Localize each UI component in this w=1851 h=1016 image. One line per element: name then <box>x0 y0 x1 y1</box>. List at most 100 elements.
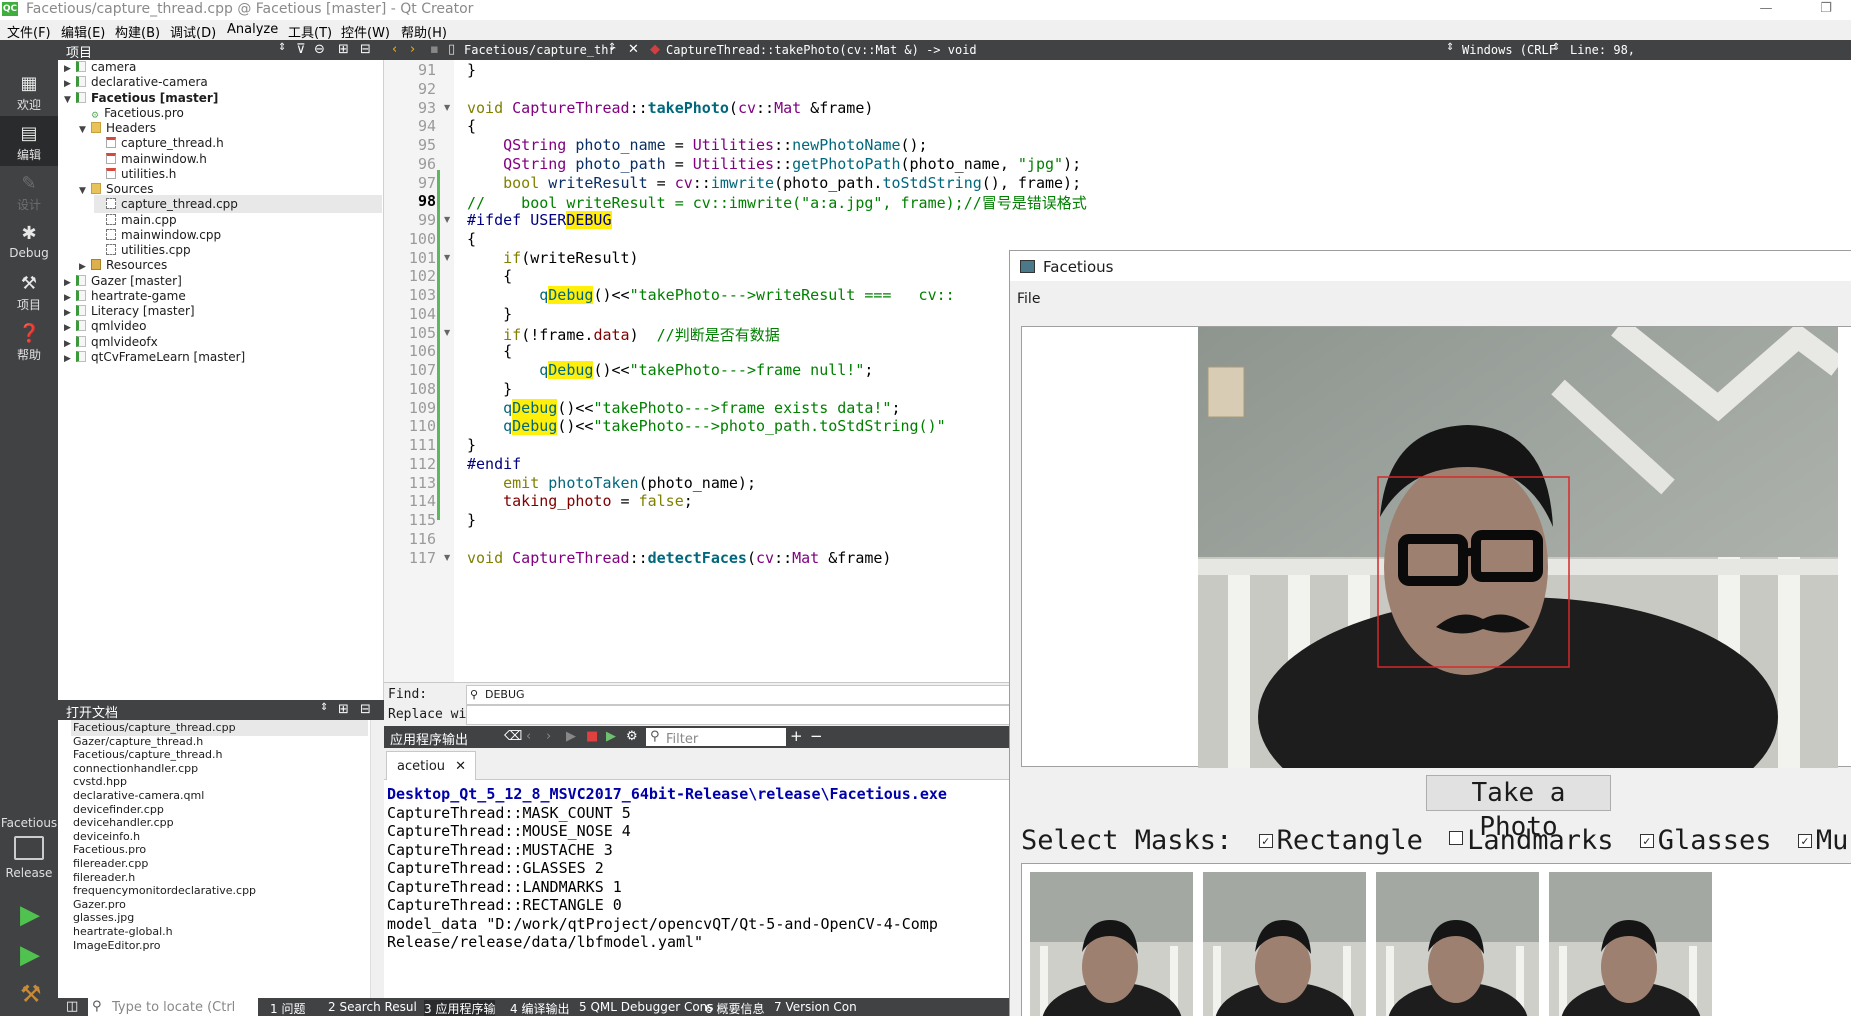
link-icon[interactable]: ⊖ <box>314 42 325 57</box>
mode-help[interactable]: ❓ 帮助 <box>0 316 58 366</box>
application-output[interactable]: Desktop_Qt_5_12_8_MSVC2017_64bit-Release… <box>384 780 1010 998</box>
folder-file-icon <box>91 122 101 133</box>
photo-thumbnail[interactable] <box>1376 872 1539 1016</box>
output-filter-input[interactable]: ⚲ Filter <box>646 728 786 747</box>
current-file-combo[interactable]: Facetious/capture_thr <box>464 43 616 57</box>
symbol-combo[interactable]: CaptureThread::takePhoto(cv::Mat &) -> v… <box>666 43 977 57</box>
app-window-icon <box>1020 260 1035 273</box>
mask-rectangle-checkbox[interactable]: ✓ Rectangle <box>1258 825 1423 856</box>
combo-arrows-icon[interactable]: ⇕ <box>1446 42 1454 53</box>
open-document-item[interactable]: ImageEditor.pro <box>73 938 160 954</box>
photo-thumbnail[interactable] <box>1549 872 1712 1016</box>
run-icon[interactable]: ▶ <box>20 900 40 930</box>
fold-marker-icon[interactable]: ▼ <box>444 253 450 262</box>
split-icon[interactable]: ⊞ <box>338 702 349 717</box>
output-pane-tab[interactable]: 1 问题 <box>270 1000 305 1016</box>
next-icon[interactable]: › <box>546 729 551 744</box>
locate-input[interactable]: ⚲ Type to locate (Ctrl <box>88 998 258 1016</box>
replace-input[interactable] <box>466 705 1010 725</box>
split-icon[interactable]: ⊞ <box>338 42 349 57</box>
output-line: CaptureThread::RECTANGLE 0 <box>387 896 622 914</box>
menu-build[interactable]: 构建(B) <box>115 22 160 41</box>
fold-marker-icon[interactable]: ▼ <box>444 215 450 224</box>
menu-file[interactable]: 文件(F) <box>7 22 51 41</box>
line-number: 108 <box>408 379 436 398</box>
mask-landmarks-checkbox[interactable]: Landmarks <box>1449 825 1613 856</box>
toggle-sidebar-icon[interactable]: ◫ <box>66 999 78 1014</box>
output-pane-tab[interactable]: 4 编译输出 <box>510 1000 569 1016</box>
zoom-in-icon[interactable]: + <box>790 727 803 745</box>
restore-button[interactable]: ❐ <box>1806 0 1846 20</box>
stop-icon[interactable]: ■ <box>586 729 598 744</box>
expand-arrow-icon[interactable]: ▼ <box>79 121 91 139</box>
filter-icon[interactable]: ⊽ <box>296 42 306 57</box>
mode-projects[interactable]: ⚒ 项目 <box>0 266 58 316</box>
find-input[interactable]: ⚲ DEBUG <box>466 685 1010 705</box>
close-pane-icon[interactable]: ⊟ <box>360 42 371 57</box>
output-line: Release/release/data/lbfmodel.yaml" <box>387 933 704 951</box>
take-photo-button[interactable]: Take a Photo <box>1426 775 1611 842</box>
output-tab[interactable]: acetiou ✕ <box>386 751 476 780</box>
photo-thumbnail[interactable] <box>1030 872 1193 1016</box>
checkbox-icon: ✓ <box>1797 834 1812 848</box>
tree-item[interactable]: ▶ qtCvFrameLearn [master] <box>64 348 382 366</box>
fold-marker-icon[interactable]: ▼ <box>444 103 450 112</box>
combo-arrows-icon[interactable]: ⇕ <box>320 702 328 713</box>
cpp-file-icon <box>106 198 116 210</box>
tree-item-label: qtCvFrameLearn [master] <box>91 349 246 364</box>
expand-arrow-icon[interactable]: ▼ <box>64 91 76 109</box>
combo-arrows-icon[interactable]: ⇕ <box>278 42 286 53</box>
code-line: qDebug()<<"takePhoto--->writeResult === … <box>539 286 955 304</box>
open-documents-scrollbar[interactable] <box>370 720 384 1000</box>
debug-run-icon[interactable]: ▶ <box>20 940 40 970</box>
cursor-position[interactable]: Line: 98, <box>1570 43 1635 57</box>
change-marker <box>437 170 440 520</box>
menu-analyze[interactable]: Analyze <box>227 22 278 37</box>
output-pane-tab[interactable]: 5 QML Debugger Cons <box>579 1000 714 1014</box>
combo-arrows-icon[interactable]: ⇕ <box>608 42 616 53</box>
expand-arrow-icon[interactable]: ▶ <box>64 350 76 368</box>
forward-icon[interactable]: › <box>410 42 415 57</box>
expand-arrow-icon[interactable]: ▼ <box>79 182 91 200</box>
mode-welcome[interactable]: ▦ 欢迎 <box>0 66 58 116</box>
fold-marker-icon[interactable]: ▼ <box>444 553 450 562</box>
menu-window[interactable]: 控件(W) <box>341 22 390 41</box>
facetious-window: Facetious File Take a Photo Select Masks… <box>1009 250 1851 1016</box>
menu-help[interactable]: 帮助(H) <box>401 22 447 41</box>
mode-design[interactable]: ✎ 设计 <box>0 166 58 216</box>
mode-debug[interactable]: ✱ Debug <box>0 216 58 266</box>
rerun-icon[interactable]: ▶ <box>566 729 576 744</box>
attach-icon[interactable]: ▶ <box>606 729 616 744</box>
clear-output-icon[interactable]: ⌫ <box>504 729 522 744</box>
search-icon: ⚲ <box>92 999 102 1014</box>
minimize-button[interactable]: — <box>1746 0 1786 20</box>
facetious-menu-file[interactable]: File <box>1017 291 1040 307</box>
output-line: CaptureThread::MASK_COUNT 5 <box>387 803 631 822</box>
code-line: QString photo_path = Utilities::getPhoto… <box>503 154 1082 173</box>
menu-tools[interactable]: 工具(T) <box>288 22 332 41</box>
gear-icon[interactable]: ⚙ <box>626 729 638 744</box>
photo-thumbnail[interactable] <box>1203 872 1366 1016</box>
back-icon[interactable]: ‹ <box>392 42 397 57</box>
code-line: QString photo_name = Utilities::newPhoto… <box>503 136 928 154</box>
output-pane-tab[interactable]: 3 应用程序输 <box>424 1000 496 1016</box>
close-file-icon[interactable]: ✕ <box>628 42 639 57</box>
mode-edit[interactable]: ▤ 编辑 <box>0 116 58 166</box>
zoom-out-icon[interactable]: − <box>810 727 823 745</box>
close-pane-icon[interactable]: ⊟ <box>360 702 371 717</box>
fold-marker-icon[interactable]: ▼ <box>444 328 450 337</box>
mask-glasses-checkbox[interactable]: ✓ Glasses <box>1639 825 1772 856</box>
output-pane-tab[interactable]: 6 概要信息 <box>705 1000 764 1016</box>
prev-icon[interactable]: ‹ <box>526 729 531 744</box>
monitor-icon[interactable] <box>14 836 44 860</box>
build-hammer-icon[interactable]: ⚒ <box>20 980 42 1008</box>
menu-debug[interactable]: 调试(D) <box>170 22 216 41</box>
output-pane-tab[interactable]: 7 Version Con <box>774 1000 857 1014</box>
combo-arrows-icon[interactable]: ⇕ <box>1552 42 1560 53</box>
tree-item-label: utilities.h <box>121 166 177 181</box>
menu-edit[interactable]: 编辑(E) <box>61 22 105 41</box>
output-pane-tab[interactable]: 2 Search Resul <box>328 1000 417 1014</box>
mask-mustache-checkbox[interactable]: ✓Mustache <box>1797 825 1851 856</box>
close-tab-icon[interactable]: ✕ <box>455 759 466 774</box>
line-ending-combo[interactable]: Windows (CRLF <box>1462 43 1556 57</box>
